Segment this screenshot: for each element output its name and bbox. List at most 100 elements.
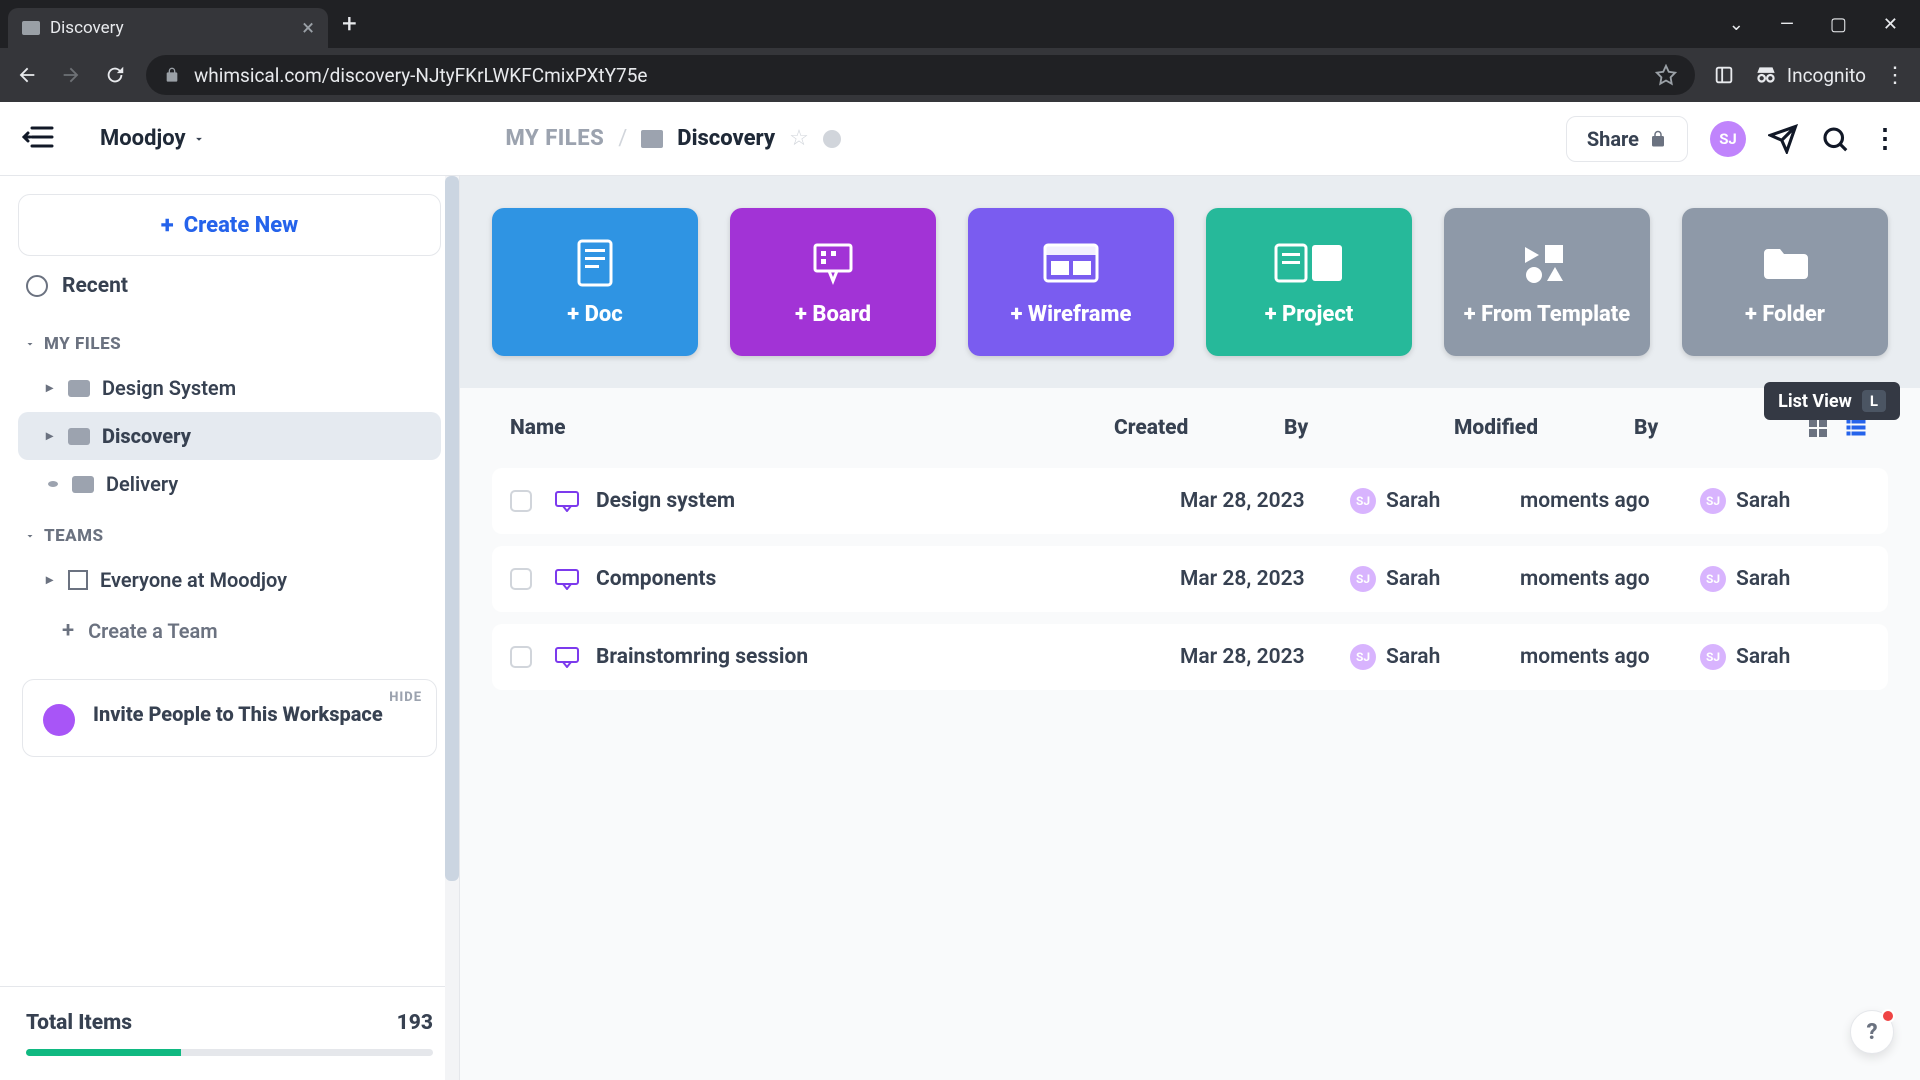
- list-header: Name Created By Modified By: [492, 388, 1888, 468]
- sidebar-item-everyone[interactable]: ▸ Everyone at Moodjoy: [18, 556, 441, 604]
- folder-icon: [68, 380, 90, 397]
- user-avatar[interactable]: SJ: [1710, 121, 1746, 157]
- create-project-card[interactable]: + Project: [1206, 208, 1412, 356]
- sidebar-item-discovery[interactable]: ▸ Discovery: [18, 412, 441, 460]
- folder-icon: [641, 130, 663, 148]
- caret-right-icon[interactable]: ▸: [46, 428, 56, 444]
- sidebar-item-delivery[interactable]: Delivery: [18, 460, 441, 508]
- avatar: SJ: [1350, 644, 1376, 670]
- totals-progress-fill: [26, 1049, 181, 1056]
- browser-menu-icon[interactable]: ⋮: [1884, 63, 1906, 88]
- sync-status-icon[interactable]: [823, 130, 841, 148]
- address-bar[interactable]: whimsical.com/discovery-NJtyFKrLWKFCmixP…: [146, 55, 1695, 95]
- cell-created-by: SJSarah: [1350, 644, 1520, 670]
- avatar: SJ: [1700, 488, 1726, 514]
- lock-icon: [1649, 129, 1667, 149]
- file-row[interactable]: Brainstomring session Mar 28, 2023 SJSar…: [492, 624, 1888, 690]
- row-checkbox[interactable]: [510, 568, 532, 590]
- sidebar-item-label: Discovery: [102, 424, 191, 448]
- sidebar-recent[interactable]: Recent: [18, 256, 441, 316]
- create-team-button[interactable]: + Create a Team: [18, 604, 441, 657]
- column-modified[interactable]: Modified: [1454, 416, 1634, 440]
- sidebar-scrollbar[interactable]: [445, 176, 459, 1080]
- workspace-name-label: Moodjoy: [100, 126, 186, 151]
- more-menu-icon[interactable]: ⋮: [1872, 124, 1898, 154]
- folder-icon: [72, 476, 94, 493]
- card-label: + Folder: [1745, 302, 1825, 327]
- tooltip-label: List View: [1778, 391, 1852, 412]
- section-teams[interactable]: TEAMS: [18, 508, 441, 556]
- cell-created: Mar 28, 2023: [1180, 489, 1350, 513]
- board-file-icon: [554, 568, 580, 590]
- caret-right-icon[interactable]: ▸: [46, 380, 56, 396]
- card-label: + Project: [1265, 302, 1354, 327]
- create-board-card[interactable]: + Board: [730, 208, 936, 356]
- browser-tab[interactable]: Discovery ×: [8, 8, 328, 48]
- help-button[interactable]: ?: [1850, 1010, 1894, 1054]
- file-name: Brainstomring session: [596, 645, 1180, 669]
- close-window-icon[interactable]: ✕: [1883, 14, 1898, 35]
- create-from-template-card[interactable]: + From Template: [1444, 208, 1650, 356]
- doc-icon: [575, 238, 615, 288]
- create-doc-card[interactable]: + Doc: [492, 208, 698, 356]
- caret-right-icon[interactable]: ▸: [46, 572, 56, 588]
- row-checkbox[interactable]: [510, 490, 532, 512]
- create-wireframe-card[interactable]: + Wireframe: [968, 208, 1174, 356]
- column-name[interactable]: Name: [510, 416, 1114, 440]
- totals-count: 193: [397, 1011, 433, 1035]
- recent-label: Recent: [62, 274, 128, 298]
- folder-icon: [68, 428, 90, 445]
- breadcrumb-root[interactable]: MY FILES: [506, 126, 605, 151]
- create-folder-card[interactable]: + Folder: [1682, 208, 1888, 356]
- chevron-down-icon: [192, 132, 206, 146]
- create-new-button[interactable]: + Create New: [18, 194, 441, 256]
- card-label: + Board: [795, 302, 871, 327]
- incognito-icon: [1753, 62, 1779, 88]
- forward-button[interactable]: [58, 62, 84, 88]
- triangle-down-icon: [24, 338, 36, 350]
- sidebar-toggle-button[interactable]: [22, 124, 56, 154]
- chevron-down-icon[interactable]: ⌄: [1729, 14, 1744, 35]
- board-icon: [809, 238, 857, 288]
- cell-created: Mar 28, 2023: [1180, 567, 1350, 591]
- cell-modified-by: SJSarah: [1700, 566, 1870, 592]
- folder-icon: [1760, 238, 1810, 288]
- invite-card[interactable]: HIDE Invite People to This Workspace: [22, 679, 437, 757]
- new-tab-button[interactable]: +: [342, 9, 357, 39]
- row-checkbox[interactable]: [510, 646, 532, 668]
- extensions-icon[interactable]: [1713, 64, 1735, 86]
- avatar: SJ: [1350, 488, 1376, 514]
- favorite-star-icon[interactable]: ☆: [789, 126, 809, 151]
- column-created-by[interactable]: By: [1284, 416, 1454, 440]
- workspace-switcher[interactable]: Moodjoy: [100, 126, 206, 151]
- sidebar-item-design-system[interactable]: ▸ Design System: [18, 364, 441, 412]
- card-label: + From Template: [1464, 302, 1630, 327]
- card-label: + Wireframe: [1011, 302, 1132, 327]
- file-row[interactable]: Components Mar 28, 2023 SJSarah moments …: [492, 546, 1888, 612]
- file-row[interactable]: Design system Mar 28, 2023 SJSarah momen…: [492, 468, 1888, 534]
- cell-modified: moments ago: [1520, 567, 1700, 591]
- file-name: Components: [596, 567, 1180, 591]
- project-icon: [1274, 238, 1344, 288]
- back-button[interactable]: [14, 62, 40, 88]
- hide-button[interactable]: HIDE: [389, 690, 422, 705]
- column-created[interactable]: Created: [1114, 416, 1284, 440]
- search-icon[interactable]: [1820, 124, 1850, 154]
- tooltip-shortcut: L: [1862, 390, 1886, 412]
- totals-label: Total Items: [26, 1011, 132, 1035]
- app-header: Moodjoy MY FILES / Discovery ☆ Share SJ …: [0, 102, 1920, 176]
- share-button[interactable]: Share: [1566, 116, 1688, 162]
- wireframe-icon: [1043, 238, 1099, 288]
- close-icon[interactable]: ×: [302, 16, 314, 41]
- maximize-icon[interactable]: ▢: [1830, 14, 1847, 35]
- send-icon[interactable]: [1768, 124, 1798, 154]
- reload-button[interactable]: [102, 62, 128, 88]
- bookmark-star-icon[interactable]: [1655, 64, 1677, 86]
- template-icon: [1519, 238, 1575, 288]
- incognito-indicator[interactable]: Incognito: [1753, 62, 1866, 88]
- share-label: Share: [1587, 127, 1639, 151]
- cell-modified: moments ago: [1520, 645, 1700, 669]
- minimize-icon[interactable]: —: [1780, 14, 1794, 35]
- incognito-label: Incognito: [1787, 64, 1866, 87]
- section-my-files[interactable]: MY FILES: [18, 316, 441, 364]
